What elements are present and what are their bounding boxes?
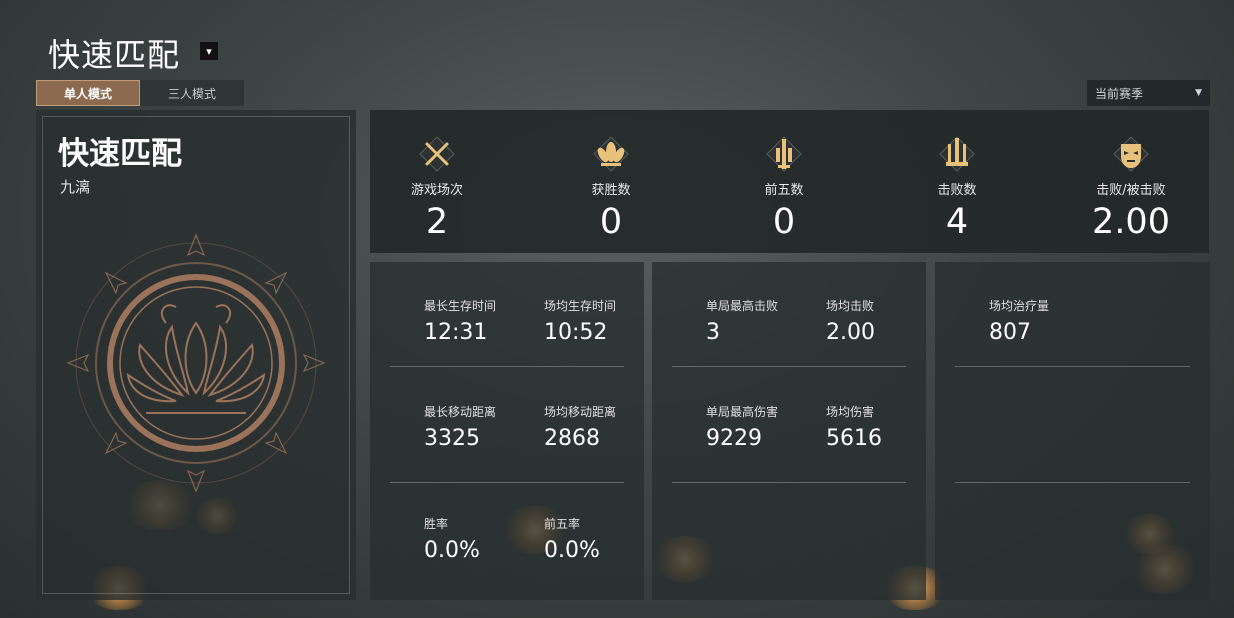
lotus-flower-icon — [593, 136, 629, 172]
stat-label: 胜率 — [424, 517, 449, 531]
mode-panel: 快速匹配 九漓 — [36, 110, 356, 600]
stat-longest-distance: 最长移动距离 3325 — [424, 403, 496, 451]
stat-label: 场均治疗量 — [989, 299, 1050, 313]
sword-banner-icon — [766, 136, 802, 172]
divider — [390, 482, 624, 483]
stat-value: 2868 — [544, 426, 600, 451]
summary-top5-value: 0 — [772, 202, 796, 242]
season-select-value: 当前赛季 — [1095, 86, 1144, 101]
tab-solo-mode[interactable]: 单人模式 — [36, 80, 140, 106]
stat-avg-kills: 场均击败 2.00 — [826, 297, 875, 345]
divider — [390, 366, 624, 367]
stat-avg-survival: 场均生存时间 10:52 — [544, 297, 616, 345]
summary-top5-label: 前五数 — [764, 183, 804, 198]
stat-value: 0.0% — [424, 538, 480, 563]
stat-value: 3325 — [424, 426, 480, 451]
stat-label: 单局最高伤害 — [706, 405, 779, 419]
stat-avg-distance: 场均移动距离 2868 — [544, 403, 616, 451]
stat-label: 场均击败 — [826, 299, 875, 313]
stat-value: 10:52 — [544, 320, 608, 345]
stat-label: 场均伤害 — [826, 405, 875, 419]
summary-kd-value: 2.00 — [1092, 202, 1170, 242]
stat-avg-healing: 场均治疗量 807 — [989, 297, 1049, 345]
stat-win-rate: 胜率 0.0% — [424, 515, 480, 563]
stat-max-kills: 单局最高击败 3 — [706, 297, 778, 345]
mode-tabs: 单人模式 三人模式 — [36, 80, 244, 106]
combat-stats-card: 单局最高击败 3 场均击败 2.00 单局最高伤害 9229 场均伤害 5616 — [652, 262, 926, 600]
survival-stats-card: 最长生存时间 12:31 场均生存时间 10:52 最长移动距离 3325 场均… — [370, 262, 644, 600]
stat-label: 场均移动距离 — [544, 405, 617, 419]
summary-wins-value: 0 — [599, 202, 623, 242]
lotus-emblem-icon — [66, 233, 326, 493]
divider — [672, 482, 906, 483]
stat-label: 单局最高击败 — [706, 299, 779, 313]
page-title: 快速匹配 — [48, 36, 181, 74]
stat-top5-rate: 前五率 0.0% — [544, 515, 600, 563]
title-dropdown-button[interactable]: ▾ — [200, 42, 218, 60]
stat-value: 3 — [706, 320, 720, 345]
tab-trio-mode[interactable]: 三人模式 — [140, 80, 244, 106]
divider — [672, 366, 906, 367]
divider — [955, 366, 1190, 367]
divider — [955, 482, 1190, 483]
summary-bar: 游戏场次 2 获胜数 0 前五数 0 击败数 4 击败/被击败 2.00 — [370, 110, 1209, 253]
stat-max-damage: 单局最高伤害 9229 — [706, 403, 778, 451]
trident-icon — [939, 136, 975, 172]
stat-label: 最长生存时间 — [424, 299, 497, 313]
player-name: 九漓 — [60, 178, 91, 196]
stat-label: 前五率 — [544, 517, 581, 531]
stat-value: 807 — [989, 320, 1031, 345]
stat-avg-damage: 场均伤害 5616 — [826, 403, 882, 451]
healing-stats-card: 场均治疗量 807 — [935, 262, 1210, 600]
stat-value: 12:31 — [424, 320, 488, 345]
stat-value: 2.00 — [826, 320, 875, 345]
stat-value: 9229 — [706, 426, 762, 451]
summary-kills-label: 击败数 — [937, 183, 977, 198]
summary-kd-label: 击败/被击败 — [1096, 183, 1166, 198]
stat-value: 0.0% — [544, 538, 600, 563]
crossed-swords-icon — [419, 136, 455, 172]
season-select[interactable]: 当前赛季 ▼ — [1087, 80, 1210, 106]
summary-games-value: 2 — [425, 202, 449, 242]
summary-kills-value: 4 — [945, 202, 969, 242]
stat-value: 5616 — [826, 426, 882, 451]
mode-name: 快速匹配 — [58, 136, 182, 172]
chevron-down-icon: ▼ — [1195, 88, 1202, 98]
stat-label: 最长移动距离 — [424, 405, 497, 419]
summary-wins-label: 获胜数 — [591, 183, 631, 198]
stat-longest-survival: 最长生存时间 12:31 — [424, 297, 496, 345]
summary-games-label: 游戏场次 — [410, 183, 463, 198]
demon-mask-icon — [1113, 136, 1149, 172]
stat-label: 场均生存时间 — [544, 299, 617, 313]
